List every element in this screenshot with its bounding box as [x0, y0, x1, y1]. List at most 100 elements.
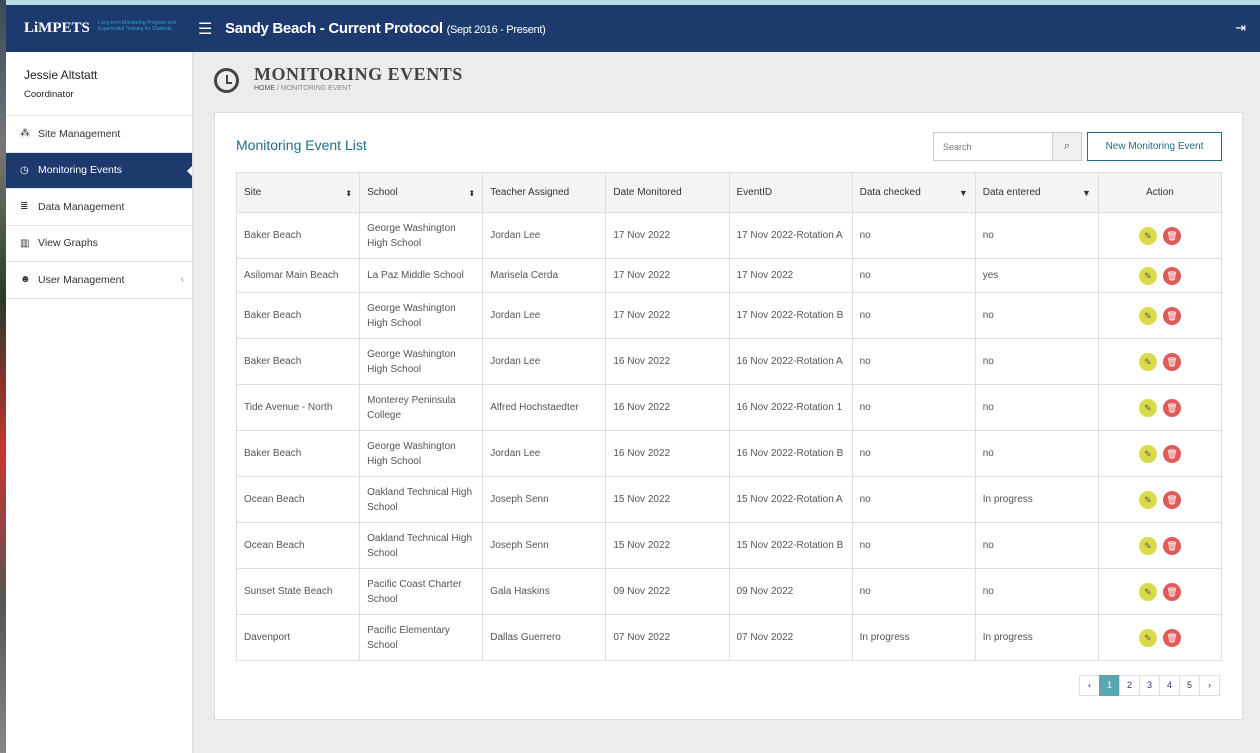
table-cell: 17 Nov 2022 [605, 258, 730, 293]
sidebar: Jessie Altstatt Coordinator ⁂ Site Manage… [6, 52, 193, 753]
delete-trash-icon[interactable]: 🗑 [1162, 352, 1181, 371]
column-header[interactable]: Data checked ▼ [851, 172, 976, 213]
table-cell: no [974, 338, 1099, 385]
table-row: Ocean Beach Oakland Technical High School… [235, 522, 1223, 569]
column-label: Site [244, 187, 262, 198]
new-monitoring-event-button[interactable]: New Monitoring Event [1087, 132, 1222, 161]
action-cell: ✎ 🗑 [1097, 430, 1223, 477]
edit-pencil-icon[interactable]: ✎ [1138, 490, 1157, 509]
pagination-page[interactable]: 2 [1119, 675, 1140, 696]
user-info: Jessie Altstatt Coordinator [6, 52, 192, 116]
table-cell: Oakland Technical High School [359, 522, 484, 569]
table-cell: Baker Beach [235, 430, 361, 477]
sidebar-item-user-management[interactable]: ☻ User Management ‹ [6, 262, 192, 299]
table-cell: Baker Beach [235, 212, 361, 259]
table-cell: no [851, 212, 976, 259]
pagination-page[interactable]: 4 [1159, 675, 1180, 696]
chevron-left-icon: ‹ [180, 274, 184, 286]
breadcrumb-home[interactable]: HOME [254, 85, 275, 92]
page-header-title: Sandy Beach - Current Protocol (Sept 201… [225, 20, 546, 37]
table-cell: 16 Nov 2022 [605, 338, 730, 385]
table-cell: 15 Nov 2022 [605, 476, 730, 523]
table-cell: Joseph Senn [482, 522, 607, 569]
edit-pencil-icon[interactable]: ✎ [1138, 306, 1157, 325]
column-header[interactable]: Data entered ▼ [974, 172, 1099, 213]
table-cell: no [851, 384, 976, 431]
delete-trash-icon[interactable]: 🗑 [1162, 444, 1181, 463]
filter-icon[interactable]: ▼ [1082, 186, 1091, 201]
top-header: LiMPETS Long-term Monitoring Program and… [6, 5, 1260, 52]
pagination-page[interactable]: 5 [1179, 675, 1200, 696]
nav-label: Monitoring Events [38, 164, 123, 177]
edit-pencil-icon[interactable]: ✎ [1138, 226, 1157, 245]
edit-pencil-icon[interactable]: ✎ [1138, 536, 1157, 555]
sidebar-item-site-management[interactable]: ⁂ Site Management [6, 116, 192, 153]
clock-icon [214, 68, 239, 93]
table-cell: 17 Nov 2022 [605, 212, 730, 259]
table-row: Baker Beach George Washington High School… [235, 292, 1223, 339]
sidebar-item-view-graphs[interactable]: ▥ View Graphs [6, 226, 192, 262]
delete-trash-icon[interactable]: 🗑 [1162, 226, 1181, 245]
table-cell: no [851, 430, 976, 477]
sidebar-item-monitoring-events[interactable]: ◷ Monitoring Events [6, 152, 192, 189]
nav-label: Data Management [38, 200, 125, 213]
sort-icon[interactable]: ⬍ [345, 186, 352, 201]
breadcrumb-current: MONITORING EVENT [280, 85, 352, 92]
logout-icon[interactable]: ⇥ [1235, 20, 1246, 36]
table-cell: Ocean Beach [235, 476, 361, 523]
pagination-page[interactable]: 3 [1139, 675, 1160, 696]
table-cell: no [974, 522, 1099, 569]
table-cell: Jordan Lee [482, 292, 607, 339]
search-button[interactable]: ⌕ [1052, 132, 1082, 161]
logo-subtitle: Long-term Monitoring Program and Experie… [98, 20, 176, 32]
delete-trash-icon[interactable]: 🗑 [1162, 628, 1181, 647]
action-cell: ✎ 🗑 [1097, 212, 1223, 259]
table-cell: 15 Nov 2022-Rotation B [728, 522, 853, 569]
delete-trash-icon[interactable]: 🗑 [1162, 490, 1181, 509]
edit-pencil-icon[interactable]: ✎ [1138, 352, 1157, 371]
delete-trash-icon[interactable]: 🗑 [1162, 398, 1181, 417]
sort-icon[interactable]: ⬍ [469, 186, 476, 201]
delete-trash-icon[interactable]: 🗑 [1162, 536, 1181, 555]
table-cell: no [974, 568, 1099, 615]
table-cell: Jordan Lee [482, 430, 607, 477]
search-input[interactable] [933, 132, 1053, 161]
nav-label: User Management [38, 273, 125, 286]
table-cell: no [851, 476, 976, 523]
nav-label: Site Management [38, 127, 121, 140]
column-label: Action [1146, 187, 1174, 198]
column-header[interactable]: Site ⬍ [235, 172, 361, 213]
table-cell: Dallas Guerrero [482, 614, 607, 661]
edit-pencil-icon[interactable]: ✎ [1138, 628, 1157, 647]
table-cell: no [851, 292, 976, 339]
table-cell: 07 Nov 2022 [728, 614, 853, 661]
edit-pencil-icon[interactable]: ✎ [1138, 266, 1157, 285]
pagination-page[interactable]: 1 [1099, 675, 1120, 696]
edit-pencil-icon[interactable]: ✎ [1138, 398, 1157, 417]
hamburger-menu-icon[interactable]: ☰ [198, 19, 212, 39]
edit-pencil-icon[interactable]: ✎ [1138, 582, 1157, 601]
table-cell: no [974, 384, 1099, 431]
column-header[interactable]: School ⬍ [359, 172, 484, 213]
delete-trash-icon[interactable]: 🗑 [1162, 266, 1181, 285]
logo[interactable]: LiMPETS [24, 20, 90, 37]
breadcrumb-separator: / [276, 85, 279, 92]
table-cell: George Washington High School [359, 338, 484, 385]
table-cell: no [974, 430, 1099, 477]
action-cell: ✎ 🗑 [1097, 338, 1223, 385]
pagination-next[interactable]: › [1199, 675, 1220, 696]
pagination-prev[interactable]: ‹ [1079, 675, 1100, 696]
filter-icon[interactable]: ▼ [959, 186, 968, 201]
table-row: Baker Beach George Washington High School… [235, 212, 1223, 259]
breadcrumb: HOME / MONITORING EVENT [254, 85, 352, 92]
table-cell: George Washington High School [359, 430, 484, 477]
table-cell: 15 Nov 2022 [605, 522, 730, 569]
sidebar-item-data-management[interactable]: ≣ Data Management [6, 189, 192, 226]
table-cell: Gala Haskins [482, 568, 607, 615]
nav-label: View Graphs [38, 237, 98, 250]
table-cell: Asilomar Main Beach [235, 258, 361, 293]
delete-trash-icon[interactable]: 🗑 [1162, 306, 1181, 325]
edit-pencil-icon[interactable]: ✎ [1138, 444, 1157, 463]
users-icon: ☻ [20, 274, 31, 286]
delete-trash-icon[interactable]: 🗑 [1162, 582, 1181, 601]
